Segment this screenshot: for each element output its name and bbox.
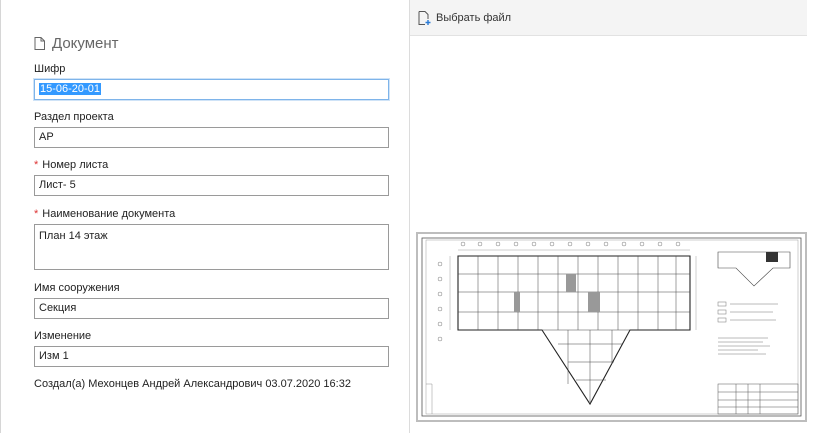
floor-plan-drawing bbox=[421, 237, 802, 417]
add-file-icon bbox=[418, 11, 431, 25]
sheet-number-value: Лист- 5 bbox=[39, 179, 76, 191]
shifr-label: Шифр bbox=[34, 63, 66, 75]
doc-name-label-row: * Наименование документа bbox=[34, 208, 175, 220]
created-by-info: Создал(а) Мехонцев Андрей Александрович … bbox=[34, 378, 351, 390]
required-marker: * bbox=[34, 159, 39, 171]
structure-name-input[interactable]: Секция bbox=[34, 298, 389, 319]
document-icon bbox=[34, 36, 45, 50]
doc-name-value: План 14 этаж bbox=[39, 230, 108, 242]
sheet-number-label-row: * Номер листа bbox=[34, 159, 108, 171]
section-value: АР bbox=[39, 131, 54, 143]
section-label: Раздел проекта bbox=[34, 111, 114, 123]
sheet-number-input[interactable]: Лист- 5 bbox=[34, 175, 389, 196]
section-input[interactable]: АР bbox=[34, 127, 389, 148]
choose-file-button[interactable]: Выбрать файл bbox=[418, 11, 511, 25]
document-form-panel: Документ Шифр 15-06-20-01 Раздел проекта… bbox=[0, 0, 410, 433]
file-preview-panel: Выбрать файл bbox=[410, 0, 817, 433]
shifr-input[interactable]: 15-06-20-01 bbox=[34, 79, 389, 100]
doc-name-textarea[interactable]: План 14 этаж bbox=[34, 224, 389, 270]
change-value: Изм 1 bbox=[39, 350, 69, 362]
sheet-number-label: Номер листа bbox=[42, 159, 109, 171]
change-input[interactable]: Изм 1 bbox=[34, 346, 389, 367]
required-marker: * bbox=[34, 208, 39, 220]
structure-name-value: Секция bbox=[39, 302, 77, 314]
form-title: Документ bbox=[52, 34, 119, 52]
drawing-preview[interactable] bbox=[416, 232, 807, 422]
structure-name-label: Имя сооружения bbox=[34, 282, 120, 294]
choose-file-label: Выбрать файл bbox=[436, 12, 512, 24]
form-header: Документ bbox=[34, 33, 119, 53]
shifr-value: 15-06-20-01 bbox=[39, 83, 101, 95]
file-toolbar: Выбрать файл bbox=[410, 0, 807, 36]
doc-name-label: Наименование документа bbox=[42, 208, 176, 220]
change-label: Изменение bbox=[34, 330, 92, 342]
